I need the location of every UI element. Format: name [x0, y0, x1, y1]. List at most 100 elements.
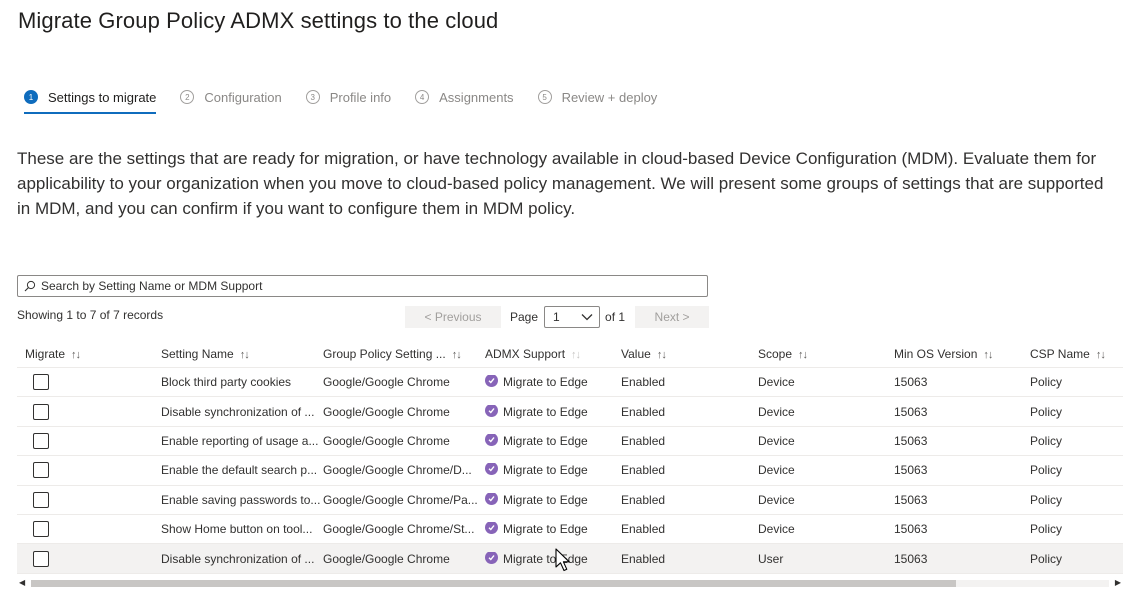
- search-icon: [24, 280, 36, 292]
- csp-name-cell: Policy: [1030, 433, 1063, 448]
- checkmark-badge-icon: [485, 522, 498, 535]
- horizontal-scrollbar[interactable]: ◀ ▶: [17, 578, 1123, 588]
- migrate-checkbox[interactable]: [33, 462, 49, 479]
- sort-icon[interactable]: ↑↓: [71, 349, 81, 361]
- step-settings-to-migrate[interactable]: 1 Settings to migrate: [24, 86, 157, 114]
- checkmark-badge-icon: [485, 551, 498, 564]
- sort-icon[interactable]: ↑↓: [1096, 349, 1106, 361]
- step-assignments[interactable]: 4 Assignments: [415, 86, 514, 108]
- group-policy-cell: Google/Google Chrome: [323, 375, 450, 390]
- migrate-cell: [17, 491, 161, 508]
- records-count: Showing 1 to 7 of 7 records: [17, 308, 164, 322]
- scope-cell: User: [758, 551, 784, 566]
- scroll-right-arrow-icon[interactable]: ▶: [1115, 578, 1121, 587]
- search-input[interactable]: [41, 279, 707, 293]
- step-label: Assignments: [439, 89, 514, 105]
- migrate-cell: [17, 374, 161, 391]
- scroll-thumb[interactable]: [31, 580, 956, 587]
- settings-table: Migrate ↑↓ Setting Name ↑↓ Group Policy Se…: [17, 340, 1123, 574]
- migrate-checkbox[interactable]: [33, 521, 49, 538]
- migrate-checkbox[interactable]: [33, 432, 49, 449]
- next-button[interactable]: Next >: [635, 306, 710, 328]
- migrate-cell: [17, 550, 161, 567]
- group-policy-cell: Google/Google Chrome/Pa...: [323, 492, 478, 507]
- migrate-checkbox[interactable]: [33, 374, 49, 391]
- admx-support-cell: Migrate to Edge: [485, 433, 621, 448]
- migrate-cell: [17, 521, 161, 538]
- step-review-deploy[interactable]: 5 Review + deploy: [537, 86, 657, 108]
- column-header-migrate[interactable]: Migrate ↑↓: [17, 347, 161, 361]
- step-number: 1: [24, 90, 38, 104]
- step-number: 2: [180, 90, 195, 104]
- step-profile-info[interactable]: 3 Profile info: [305, 86, 391, 108]
- group-policy-cell: Google/Google Chrome: [323, 404, 450, 419]
- scope-cell: Device: [758, 492, 795, 507]
- page-description: These are the settings that are ready fo…: [17, 149, 1104, 218]
- chevron-down-icon: [581, 314, 593, 321]
- checkmark-badge-icon: [485, 404, 498, 417]
- table-row[interactable]: Disable synchronization of ... Google/Go…: [17, 397, 1123, 427]
- value-cell: Enabled: [621, 551, 666, 566]
- admx-support-cell: Migrate to Edge: [485, 522, 621, 536]
- page-select[interactable]: 1: [544, 306, 601, 328]
- min-os-version-cell: 15063: [894, 404, 928, 419]
- column-header-csp-name[interactable]: CSP Name ↑↓: [1030, 347, 1123, 361]
- table-row[interactable]: Enable saving passwords to... Google/Goo…: [17, 486, 1123, 515]
- setting-name-cell: Show Home button on tool...: [161, 522, 313, 537]
- value-cell: Enabled: [621, 522, 666, 537]
- previous-button[interactable]: < Previous: [405, 306, 501, 328]
- column-header-min-os-version[interactable]: Min OS Version ↑↓: [894, 347, 1030, 361]
- scope-cell: Device: [758, 433, 795, 448]
- column-header-admx-support[interactable]: ADMX Support ↑↓: [485, 347, 621, 361]
- page-select-value: 1: [553, 310, 560, 324]
- column-header-setting-name[interactable]: Setting Name ↑↓: [161, 347, 323, 361]
- sort-icon[interactable]: ↑↓: [571, 349, 581, 361]
- checkmark-badge-icon: [485, 375, 498, 388]
- column-header-group-policy-setting[interactable]: Group Policy Setting ... ↑↓: [323, 347, 485, 361]
- pagination: < Previous Page 1 of 1 Next >: [405, 306, 710, 328]
- sort-icon[interactable]: ↑↓: [798, 349, 808, 361]
- admx-support-cell: Migrate to Edge: [485, 492, 621, 507]
- wizard-steps: 1 Settings to migrate 2 Configuration 3 …: [24, 86, 681, 114]
- admx-support-cell: Migrate to Edge: [485, 375, 621, 389]
- column-label: Min OS Version: [894, 346, 978, 361]
- value-cell: Enabled: [621, 404, 666, 419]
- checkmark-badge-icon: [485, 492, 498, 505]
- group-policy-cell: Google/Google Chrome: [323, 551, 450, 566]
- setting-name-cell: Enable saving passwords to...: [161, 492, 321, 507]
- search-box[interactable]: [17, 275, 708, 297]
- page-title: Migrate Group Policy ADMX settings to th…: [18, 8, 499, 33]
- checkmark-badge-icon: [485, 433, 498, 446]
- setting-name-cell: Enable the default search p...: [161, 463, 318, 478]
- sort-icon[interactable]: ↑↓: [240, 349, 250, 361]
- migrate-checkbox[interactable]: [33, 403, 49, 420]
- column-label: ADMX Support: [485, 346, 566, 361]
- min-os-version-cell: 15063: [894, 375, 928, 390]
- csp-name-cell: Policy: [1030, 522, 1063, 537]
- page-label: Page: [510, 310, 539, 324]
- admx-support-label: Migrate to Edge: [503, 522, 588, 537]
- min-os-version-cell: 15063: [894, 551, 928, 566]
- column-header-scope[interactable]: Scope ↑↓: [758, 347, 894, 361]
- sort-icon[interactable]: ↑↓: [452, 349, 462, 361]
- mouse-cursor-icon: [555, 548, 570, 572]
- migrate-checkbox[interactable]: [33, 491, 49, 508]
- sort-icon[interactable]: ↑↓: [657, 349, 667, 361]
- step-configuration[interactable]: 2 Configuration: [180, 86, 282, 108]
- table-row[interactable]: Show Home button on tool... Google/Googl…: [17, 515, 1123, 545]
- table-row[interactable]: Enable reporting of usage a... Google/Go…: [17, 427, 1123, 457]
- scope-cell: Device: [758, 522, 795, 537]
- scroll-left-arrow-icon[interactable]: ◀: [19, 578, 25, 587]
- group-policy-cell: Google/Google Chrome/St...: [323, 522, 475, 537]
- admx-support-cell: Migrate to Edge: [485, 551, 621, 566]
- min-os-version-cell: 15063: [894, 492, 928, 507]
- table-row[interactable]: Block third party cookies Google/Google …: [17, 368, 1123, 398]
- column-label: Setting Name: [161, 346, 234, 361]
- table-row[interactable]: Enable the default search p... Google/Go…: [17, 456, 1123, 486]
- column-header-value[interactable]: Value ↑↓: [621, 347, 758, 361]
- page-total: of 1: [605, 310, 626, 324]
- csp-name-cell: Policy: [1030, 492, 1063, 507]
- sort-icon[interactable]: ↑↓: [983, 349, 993, 361]
- migrate-cell: [17, 432, 161, 449]
- migrate-checkbox[interactable]: [33, 550, 49, 567]
